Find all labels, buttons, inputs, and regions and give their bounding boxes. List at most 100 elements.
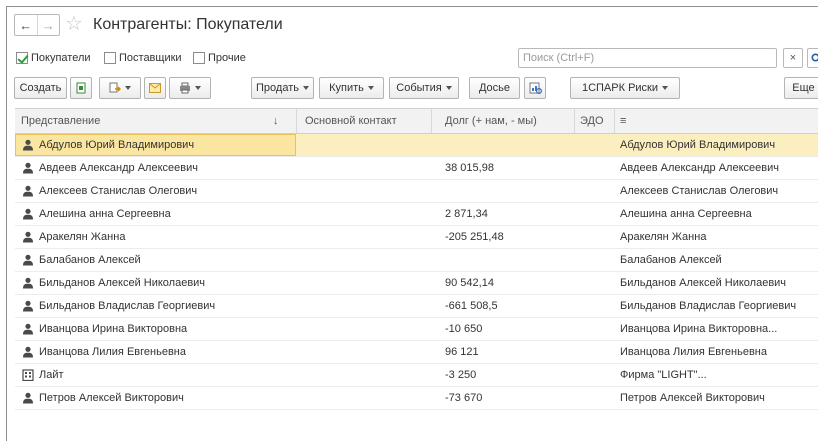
column-header-debt[interactable]: Долг (+ нам, - мы)	[432, 109, 575, 133]
cell-name: Лайт	[39, 369, 64, 381]
printer-icon	[180, 82, 190, 94]
chevron-down-icon	[662, 86, 669, 90]
arrow-left-icon: ←	[19, 17, 33, 33]
table-row[interactable]: Аракелян Жанна -205 251,48 Аракелян Жанн…	[15, 226, 818, 249]
cell-name: Балабанов Алексей	[39, 254, 141, 266]
report-button[interactable]	[524, 77, 546, 99]
forward-button[interactable]: →	[36, 15, 60, 35]
cell-edo	[575, 157, 615, 179]
table-row[interactable]: Бильданов Владислав Георгиевич -661 508,…	[15, 295, 818, 318]
cell-contact	[297, 272, 432, 294]
events-button[interactable]: События	[389, 77, 459, 99]
table-row[interactable]: Абдулов Юрий Владимирович Абдулов Юрий В…	[15, 134, 818, 157]
cell-debt: 2 871,34	[445, 208, 488, 220]
filter-suppliers-label: Поставщики	[119, 52, 182, 64]
more-button[interactable]: Еще	[784, 77, 818, 99]
search-box[interactable]	[518, 48, 777, 68]
cell-name: Иванцова Лилия Евгеньевна	[39, 346, 186, 358]
cell-debt: -3 250	[445, 369, 477, 381]
checkbox-checked-icon[interactable]	[16, 52, 28, 64]
filter-other-checkbox[interactable]: Прочие	[193, 50, 246, 66]
chevron-down-icon	[302, 86, 309, 90]
cell-contact	[297, 226, 432, 248]
cell-full-name: Алексеев Станислав Олегович	[620, 185, 779, 197]
search-clear-button[interactable]: ×	[783, 48, 803, 68]
cell-full-name: Алешина анна Сергеевна	[620, 208, 752, 220]
copy-button[interactable]	[70, 77, 92, 99]
checkbox-unchecked-icon[interactable]	[104, 52, 116, 64]
cell-contact	[297, 295, 432, 317]
column-header-edo[interactable]: ЭДО	[575, 109, 615, 133]
column-header-list[interactable]: ≡	[615, 109, 818, 133]
events-button-label: События	[396, 82, 442, 94]
search-icon	[811, 53, 818, 61]
email-button[interactable]	[144, 77, 166, 99]
cell-edo	[575, 249, 615, 271]
buy-button-label: Купить	[329, 82, 364, 94]
table-row[interactable]: Балабанов Алексей Балабанов Алексей	[15, 249, 818, 272]
cell-name: Алешина анна Сергеевна	[39, 208, 171, 220]
search-button[interactable]	[807, 48, 818, 68]
cell-debt: -10 650	[445, 323, 483, 335]
cell-debt: -73 670	[445, 392, 483, 404]
more-button-label: Еще	[792, 82, 815, 94]
create-on-basis-button[interactable]	[99, 77, 141, 99]
create-button[interactable]: Создать	[14, 77, 67, 99]
checkbox-unchecked-icon[interactable]	[193, 52, 205, 64]
print-button[interactable]	[169, 77, 211, 99]
column-header-contact-label: Основной контакт	[305, 115, 397, 127]
table-row[interactable]: Иванцова Ирина Викторовна -10 650 Иванцо…	[15, 318, 818, 341]
cell-debt	[432, 249, 575, 271]
sell-button-label: Продать	[256, 82, 299, 94]
table-row[interactable]: Алексеев Станислав Олегович Алексеев Ста…	[15, 180, 818, 203]
cell-name: Петров Алексей Викторович	[39, 392, 184, 404]
filter-suppliers-checkbox[interactable]: Поставщики	[104, 50, 182, 66]
cell-full-name: Авдеев Александр Алексеевич	[620, 162, 779, 174]
cell-edo	[575, 226, 615, 248]
cell-edo	[575, 134, 615, 156]
spark-risks-button[interactable]: 1СПАРК Риски	[570, 77, 680, 99]
table-row[interactable]: Авдеев Александр Алексеевич 38 015,98 Ав…	[15, 157, 818, 180]
cell-debt: -205 251,48	[445, 231, 504, 243]
cell-contact	[297, 387, 432, 409]
cell-full-name: Иванцова Лилия Евгеньевна	[620, 346, 767, 358]
chevron-down-icon	[367, 86, 374, 90]
filter-other-label: Прочие	[208, 52, 246, 64]
buy-button[interactable]: Купить	[319, 77, 384, 99]
envelope-icon	[149, 83, 161, 93]
sell-button[interactable]: Продать	[251, 77, 314, 99]
filter-buyers-checkbox[interactable]: Покупатели	[16, 50, 91, 66]
cell-contact	[297, 180, 432, 202]
sort-arrow-icon: ↓	[273, 115, 279, 127]
chevron-down-icon	[195, 86, 201, 90]
search-input[interactable]	[519, 49, 747, 67]
table-row[interactable]: Лайт -3 250 Фирма "LIGHT"...	[15, 364, 818, 387]
table-row[interactable]: Алешина анна Сергеевна 2 871,34 Алешина …	[15, 203, 818, 226]
cell-full-name: Аракелян Жанна	[620, 231, 707, 243]
cell-contact	[297, 318, 432, 340]
cell-debt	[432, 180, 575, 202]
page-title: Контрагенты: Покупатели	[93, 16, 283, 33]
spark-risks-label: 1СПАРК Риски	[581, 82, 659, 94]
dossier-button[interactable]: Досье	[469, 77, 520, 99]
cell-edo	[575, 203, 615, 225]
cell-full-name: Абдулов Юрий Владимирович	[620, 139, 776, 151]
favorite-star-icon[interactable]: ☆	[65, 12, 83, 36]
table-row[interactable]: Иванцова Лилия Евгеньевна 96 121 Иванцов…	[15, 341, 818, 364]
table-row[interactable]: Петров Алексей Викторович -73 670 Петров…	[15, 387, 818, 410]
cell-name: Бильданов Алексей Николаевич	[39, 277, 206, 289]
cell-edo	[575, 272, 615, 294]
window-frame: ← → ☆ Контрагенты: Покупатели Покупатели…	[6, 6, 818, 441]
table-body: Абдулов Юрий Владимирович Абдулов Юрий В…	[15, 134, 818, 410]
table-row[interactable]: Бильданов Алексей Николаевич 90 542,14 Б…	[15, 272, 818, 295]
cell-contact	[297, 341, 432, 363]
cell-name: Алексеев Станислав Олегович	[39, 185, 198, 197]
back-button[interactable]: ←	[15, 15, 37, 35]
cell-full-name: Балабанов Алексей	[620, 254, 722, 266]
filter-buyers-label: Покупатели	[31, 52, 91, 64]
counterparty-table: Представление ↓ Основной контакт Долг (+…	[15, 108, 818, 442]
cell-edo	[575, 341, 615, 363]
column-header-contact[interactable]: Основной контакт	[297, 109, 432, 133]
column-header-name[interactable]: Представление ↓	[15, 109, 297, 133]
cell-contact	[297, 249, 432, 271]
